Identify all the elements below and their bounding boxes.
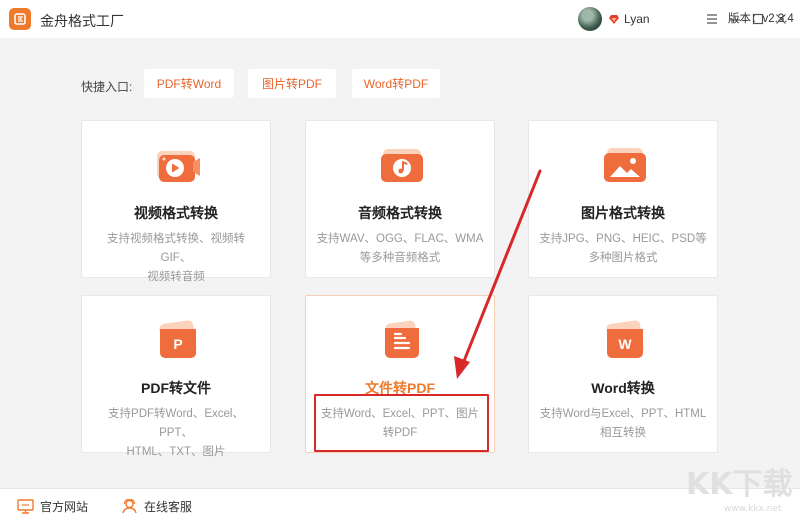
word-w-icon: W bbox=[606, 320, 644, 358]
card-title: PDF转文件 bbox=[141, 380, 211, 396]
official-website-link[interactable]: 官方网站 bbox=[17, 498, 88, 515]
app-title: 金舟格式工厂 bbox=[40, 13, 124, 29]
card-title: Word转换 bbox=[591, 380, 655, 396]
title-bar: 金舟格式工厂 Lyan bbox=[0, 0, 800, 38]
online-service-label: 在线客服 bbox=[144, 500, 193, 514]
card-video-convert[interactable]: 视频格式转换 支持视频格式转换、视频转GIF、 视频转音频 bbox=[81, 120, 271, 283]
footer-bar: 官方网站 在线客服 bbox=[0, 488, 800, 521]
card-title: 音频格式转换 bbox=[358, 205, 442, 221]
version-label: 版本：v2.3.4 bbox=[728, 13, 794, 25]
card-file-to-pdf[interactable]: 文件转PDF 支持Word、Excel、PPT、图片 转PDF bbox=[305, 295, 495, 453]
document-icon bbox=[385, 320, 419, 358]
card-description: 支持WAV、OGG、FLAC、WMA 等多种音频格式 bbox=[316, 230, 484, 268]
card-description: 支持JPG、PNG、HEIC、PSD等 多种图片格式 bbox=[539, 230, 707, 268]
card-desc-line: 支持JPG、PNG、HEIC、PSD等 bbox=[539, 233, 707, 245]
card-title: 图片格式转换 bbox=[581, 205, 665, 221]
app-logo-icon bbox=[9, 8, 31, 30]
card-description: 支持视频格式转换、视频转GIF、 视频转音频 bbox=[92, 230, 260, 287]
quick-pdf-to-word-button[interactable]: PDF转Word bbox=[144, 69, 234, 98]
card-desc-line: 支持Word与Excel、PPT、HTML bbox=[539, 408, 707, 420]
card-desc-line: 多种图片格式 bbox=[588, 252, 658, 264]
image-icon bbox=[604, 148, 646, 182]
svg-text:W: W bbox=[618, 336, 632, 352]
user-info[interactable]: Lyan bbox=[578, 7, 650, 31]
quick-word-to-pdf-button[interactable]: Word转PDF bbox=[352, 69, 440, 98]
card-desc-line: 支持WAV、OGG、FLAC、WMA bbox=[316, 233, 484, 245]
card-word-convert[interactable]: W Word转换 支持Word与Excel、PPT、HTML 相互转换 bbox=[528, 295, 718, 453]
official-website-label: 官方网站 bbox=[40, 500, 89, 514]
card-desc-line: 支持Word、Excel、PPT、图片 bbox=[320, 408, 480, 420]
card-desc-line: 转PDF bbox=[382, 427, 418, 439]
card-desc-line: 支持视频格式转换、视频转GIF、 bbox=[107, 233, 245, 264]
quick-entry-label: 快捷入口: bbox=[81, 80, 133, 94]
card-pdf-to-file[interactable]: P PDF转文件 支持PDF转Word、Excel、PPT、 HTML、TXT、… bbox=[81, 295, 271, 458]
card-desc-line: HTML、TXT、图片 bbox=[126, 446, 226, 458]
card-title: 文件转PDF bbox=[365, 380, 435, 396]
pdf-p-icon: P bbox=[159, 320, 197, 358]
vip-badge-icon bbox=[608, 13, 620, 25]
online-service-link[interactable]: 在线客服 bbox=[121, 498, 192, 515]
video-icon bbox=[157, 151, 200, 182]
card-desc-line: 支持PDF转Word、Excel、PPT、 bbox=[108, 408, 244, 439]
username: Lyan bbox=[624, 12, 650, 26]
card-description: 支持Word与Excel、PPT、HTML 相互转换 bbox=[539, 405, 707, 443]
card-description: 支持PDF转Word、Excel、PPT、 HTML、TXT、图片 bbox=[92, 405, 260, 462]
card-desc-line: 等多种音频格式 bbox=[359, 252, 441, 264]
menu-icon[interactable] bbox=[703, 10, 721, 28]
card-desc-line: 视频转音频 bbox=[147, 271, 205, 283]
card-desc-line: 相互转换 bbox=[600, 427, 646, 439]
card-audio-convert[interactable]: 音频格式转换 支持WAV、OGG、FLAC、WMA 等多种音频格式 bbox=[305, 120, 495, 278]
monitor-icon bbox=[17, 499, 34, 514]
customer-service-icon bbox=[122, 499, 137, 514]
quick-image-to-pdf-button[interactable]: 图片转PDF bbox=[248, 69, 336, 98]
card-title: 视频格式转换 bbox=[134, 205, 218, 221]
music-icon bbox=[381, 149, 423, 182]
card-image-convert[interactable]: 图片格式转换 支持JPG、PNG、HEIC、PSD等 多种图片格式 bbox=[528, 120, 718, 278]
card-description: 支持Word、Excel、PPT、图片 转PDF bbox=[316, 405, 484, 443]
avatar[interactable] bbox=[578, 7, 602, 31]
svg-text:P: P bbox=[173, 336, 182, 352]
